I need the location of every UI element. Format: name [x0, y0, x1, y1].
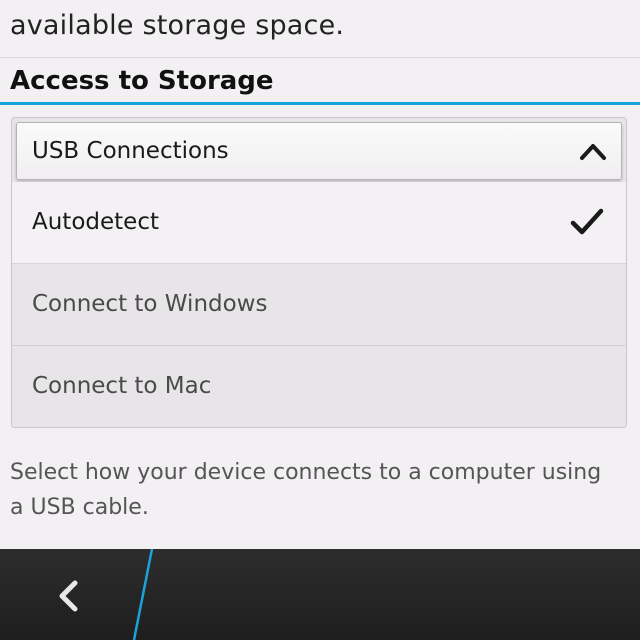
- bottom-action-bar: [0, 549, 640, 640]
- section-accent-rule: [0, 102, 640, 105]
- chevron-left-icon: [59, 580, 78, 612]
- section-title: Access to Storage: [10, 66, 274, 96]
- previous-section-text: available storage space.: [10, 10, 345, 41]
- dropdown-label: USB Connections: [32, 138, 229, 164]
- usb-connections-dropdown: USB Connections Autodetect Connect to Wi…: [11, 117, 627, 428]
- option-label: Connect to Mac: [32, 373, 212, 399]
- settings-page: available storage space. Access to Stora…: [0, 0, 640, 640]
- option-autodetect[interactable]: Autodetect: [12, 182, 626, 264]
- option-label: Connect to Windows: [32, 291, 268, 317]
- back-button[interactable]: [0, 549, 140, 640]
- option-connect-to-mac[interactable]: Connect to Mac: [12, 346, 626, 427]
- chevron-up-icon: [580, 144, 606, 160]
- checkmark-icon: [570, 208, 604, 235]
- nav-accent-divider: [132, 549, 154, 640]
- dropdown-header-button[interactable]: USB Connections: [16, 122, 622, 180]
- divider: [0, 57, 640, 58]
- option-label: Autodetect: [32, 209, 159, 235]
- help-text: Select how your device connects to a com…: [10, 460, 602, 520]
- option-connect-to-windows[interactable]: Connect to Windows: [12, 264, 626, 346]
